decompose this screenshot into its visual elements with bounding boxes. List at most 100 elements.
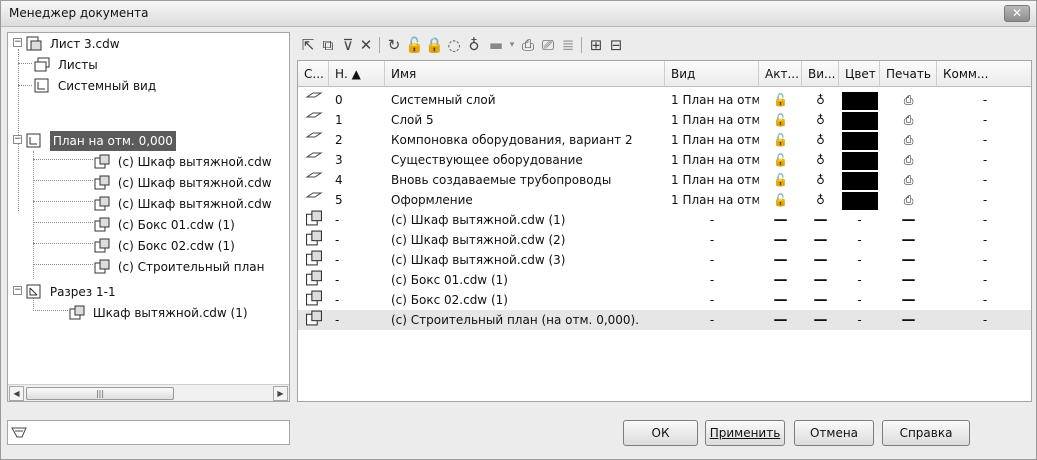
lock-icon[interactable]: 🔒 bbox=[425, 35, 444, 55]
lock-icon[interactable]: 🔓 bbox=[759, 110, 802, 130]
show-icon[interactable]: ◌ bbox=[445, 35, 463, 55]
column-header-active[interactable]: Акт... bbox=[759, 61, 802, 87]
table-row[interactable]: 5 Оформление 1 План на отм 🔓 ♁ ⎙ - bbox=[298, 190, 1031, 210]
layer-number: 2 bbox=[335, 133, 343, 147]
color-swatch[interactable] bbox=[839, 170, 880, 190]
fragment-state-icon bbox=[298, 250, 329, 270]
printer-icon[interactable]: ⎙ bbox=[880, 190, 937, 210]
properties-icon[interactable]: ⊞ bbox=[587, 35, 605, 55]
scroll-right-icon[interactable]: ▶ bbox=[273, 386, 288, 401]
section-view-icon bbox=[26, 284, 41, 299]
column-header-color[interactable]: Цвет bbox=[839, 61, 880, 87]
visibility-bulb-icon[interactable]: ♁ bbox=[802, 150, 839, 170]
visibility-bulb-icon[interactable]: ♁ bbox=[802, 110, 839, 130]
toolbar-separator bbox=[581, 37, 582, 53]
tree-item-fragment[interactable]: Шкаф вытяжной.cdw (1) bbox=[69, 302, 248, 322]
column-header-visible[interactable]: Ви... bbox=[802, 61, 839, 87]
color-swatch[interactable] bbox=[839, 110, 880, 130]
column-header-comment[interactable]: Комм... bbox=[937, 61, 1031, 87]
fragment-icon bbox=[69, 305, 85, 320]
unlock-icon[interactable]: 🔓 bbox=[405, 35, 424, 55]
column-header-number[interactable]: Н. ▲ bbox=[329, 61, 385, 87]
tree-horizontal-scrollbar[interactable]: ◀ ||| ▶ bbox=[8, 384, 289, 401]
lock-icon[interactable]: 🔓 bbox=[759, 170, 802, 190]
printer-icon[interactable]: ⎙ bbox=[880, 150, 937, 170]
collapse-toggle[interactable]: − bbox=[13, 135, 22, 144]
export-icon[interactable]: ⊟ bbox=[607, 35, 625, 55]
tree-item-fragment[interactable]: (с) Шкаф вытяжной.cdw bbox=[94, 151, 272, 171]
tree-item-plan-view[interactable]: План на отм. 0,000 bbox=[26, 130, 176, 151]
scroll-left-icon[interactable]: ◀ bbox=[9, 386, 24, 401]
table-row[interactable]: - (с) Шкаф вытяжной.cdw (1) - — — - — - bbox=[298, 210, 1031, 230]
layer-view: 1 План на отм bbox=[671, 93, 759, 107]
table-row[interactable]: 2 Компоновка оборудования, вариант 2 1 Пла… bbox=[298, 130, 1031, 150]
column-header-view[interactable]: Вид bbox=[665, 61, 759, 87]
table-row[interactable]: 3 Существующее оборудование 1 План на отм 🔓… bbox=[298, 150, 1031, 170]
collapse-toggle[interactable]: − bbox=[13, 286, 22, 295]
table-row[interactable]: - (с) Шкаф вытяжной.cdw (2) - — — - — - bbox=[298, 230, 1031, 250]
layer-state-icon bbox=[298, 190, 329, 210]
lock-icon[interactable]: 🔓 bbox=[759, 150, 802, 170]
table-row[interactable]: 4 Вновь создаваемые трубопроводы 1 План на… bbox=[298, 170, 1031, 190]
table-row[interactable]: 1 Слой 5 1 План на отм 🔓 ♁ ⎙ - bbox=[298, 110, 1031, 130]
apply-button[interactable]: Применить bbox=[705, 420, 785, 446]
color-swatch[interactable] bbox=[839, 90, 880, 110]
column-header-name[interactable]: Имя bbox=[385, 61, 665, 87]
table-row[interactable]: - (с) Строительный план (на отм. 0,000). -… bbox=[298, 310, 1031, 330]
search-field[interactable] bbox=[7, 420, 290, 445]
visibility-bulb-icon[interactable]: ♁ bbox=[802, 170, 839, 190]
tree-item-document[interactable]: Лист 3.cdw bbox=[26, 33, 120, 53]
collapse-toggle[interactable]: − bbox=[13, 38, 22, 47]
layer-state-icon bbox=[298, 110, 329, 130]
toolbar-separator bbox=[379, 37, 380, 53]
table-row[interactable]: 0 Системный слой 1 План на отм 🔓 ♁ ⎙ - bbox=[298, 90, 1031, 110]
tree-item-fragment[interactable]: (с) Шкаф вытяжной.cdw bbox=[94, 172, 272, 192]
tree-item-system-view[interactable]: Системный вид bbox=[34, 75, 156, 95]
lock-icon[interactable]: 🔓 bbox=[759, 130, 802, 150]
hide-icon[interactable]: ♁ bbox=[465, 35, 483, 55]
lock-icon[interactable]: 🔓 bbox=[759, 90, 802, 110]
visibility-bulb-icon[interactable]: ♁ bbox=[802, 130, 839, 150]
color-swatch[interactable] bbox=[839, 130, 880, 150]
column-header-state[interactable]: С... bbox=[298, 61, 329, 87]
printer-icon[interactable]: ⎙ bbox=[880, 110, 937, 130]
layer-view: - bbox=[709, 293, 715, 307]
ok-button[interactable]: ОК bbox=[623, 420, 698, 446]
print-on-icon[interactable]: ⎙ bbox=[519, 35, 537, 55]
set-current-icon[interactable]: ↻ bbox=[385, 35, 403, 55]
visibility-bulb-icon[interactable]: ♁ bbox=[802, 190, 839, 210]
filter-icon[interactable]: ⊽ bbox=[339, 35, 357, 55]
color-swatch[interactable] bbox=[839, 190, 880, 210]
column-header-print[interactable]: Печать bbox=[880, 61, 937, 87]
tree-item-section[interactable]: Разрез 1-1 bbox=[26, 281, 116, 301]
help-button[interactable]: Справка bbox=[882, 420, 970, 446]
printer-icon[interactable]: ⎙ bbox=[880, 130, 937, 150]
print-settings-icon[interactable]: ≣ bbox=[559, 35, 577, 55]
tree-line bbox=[33, 264, 93, 265]
table-row[interactable]: - (с) Бокс 01.cdw (1) - — — - — - bbox=[298, 270, 1031, 290]
new-layer-group-icon[interactable]: ⧉ bbox=[319, 35, 337, 55]
delete-icon[interactable]: ✕ bbox=[357, 35, 375, 55]
visibility-bulb-icon[interactable]: ♁ bbox=[802, 90, 839, 110]
tree-item-fragment[interactable]: (с) Бокс 02.cdw (1) bbox=[94, 235, 235, 255]
color-swatch[interactable] bbox=[839, 150, 880, 170]
tree-item-fragment[interactable]: (с) Бокс 01.cdw (1) bbox=[94, 214, 235, 234]
printer-icon[interactable]: ⎙ bbox=[880, 90, 937, 110]
print-off-icon[interactable]: ⎚ bbox=[539, 35, 557, 55]
tree-item-fragment[interactable]: (с) Шкаф вытяжной.cdw bbox=[94, 193, 272, 213]
tree-item-fragment[interactable]: (с) Строительный план bbox=[94, 256, 265, 276]
new-layer-icon[interactable]: ⇱ bbox=[299, 35, 317, 55]
tree-item-sheets[interactable]: Листы bbox=[34, 54, 98, 74]
layers-table: С... Н. ▲ Имя Вид Акт... Ви... Цвет Печа… bbox=[297, 60, 1032, 402]
cancel-button[interactable]: Отмена bbox=[794, 420, 874, 446]
layer-view: 1 План на отм bbox=[671, 173, 759, 187]
table-row[interactable]: - (с) Бокс 02.cdw (1) - — — - — - bbox=[298, 290, 1031, 310]
layer-view: 1 План на отм bbox=[671, 153, 759, 167]
tree-line bbox=[33, 159, 93, 160]
lock-icon[interactable]: 🔓 bbox=[759, 190, 802, 210]
fragment-icon bbox=[94, 196, 110, 211]
scroll-thumb[interactable]: ||| bbox=[26, 387, 174, 400]
table-row[interactable]: - (с) Шкаф вытяжной.cdw (3) - — — - — - bbox=[298, 250, 1031, 270]
close-button[interactable]: ✕ bbox=[1004, 5, 1030, 22]
printer-icon[interactable]: ⎙ bbox=[880, 170, 937, 190]
